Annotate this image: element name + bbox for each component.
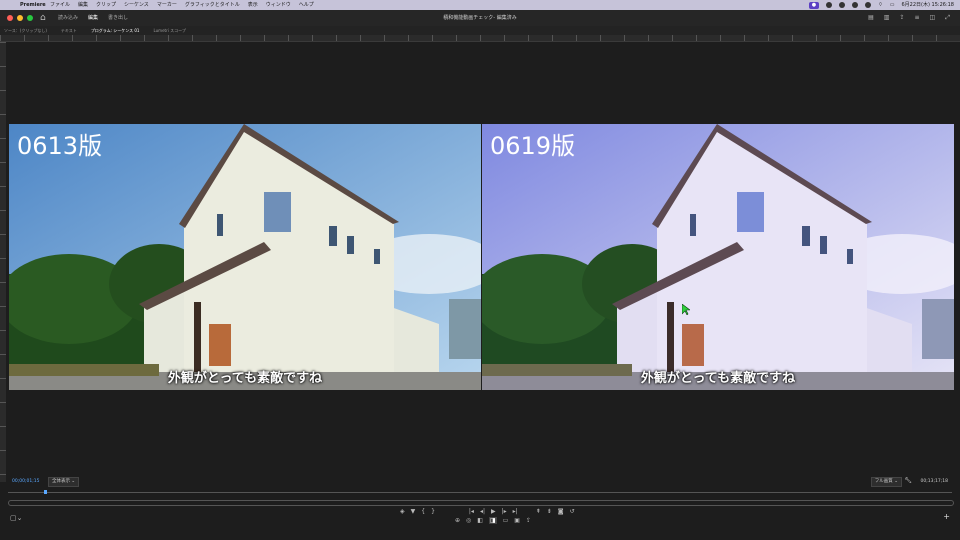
record-indicator[interactable]: ● (808, 1, 820, 9)
horizontal-ruler (0, 35, 960, 42)
zoom-fit-select[interactable]: 全体表示 ⌄ (48, 477, 80, 487)
undo-icon[interactable]: ↺ (570, 508, 575, 515)
zoom-scroll-bar[interactable] (8, 500, 954, 506)
app-menu[interactable]: Premiere (20, 0, 46, 10)
menu-bar: Premiere ファイル 編集 クリップ シーケンス マーカー グラフィックと… (0, 0, 960, 10)
house-image-right (482, 124, 954, 390)
title-icons: ▤ ▥ ⇪ ≡ ◫ ⤢ (868, 14, 950, 22)
play-icon[interactable]: ▶ (491, 508, 496, 515)
battery-icon[interactable]: ▭ (890, 0, 895, 10)
menu-view[interactable]: 表示 (248, 0, 258, 10)
split-view-icon[interactable]: ◧ (477, 517, 483, 524)
lift-icon[interactable]: ⇞ (536, 508, 541, 515)
mark-in-icon[interactable]: { (421, 508, 425, 515)
tab-lumetri-scopes[interactable]: Lumetri スコープ (153, 26, 185, 35)
tab-source[interactable]: ソース：(クリップなし) (4, 26, 47, 35)
share-icon[interactable]: ⇪ (899, 14, 904, 22)
program-monitor[interactable]: 0613版 外観がとっても素敵ですね 0619版 外観がとっても素敵ですね (9, 124, 954, 390)
menu-file[interactable]: ファイル (50, 0, 70, 10)
title-bar: ⌂ 読み込み 編集 書き出し 積和機能動画チェック- 編集済み ▤ ▥ ⇪ ≡ … (0, 10, 960, 27)
current-timecode[interactable]: 00;00;01;15 (12, 479, 39, 484)
share-out-icon[interactable]: ⇪ (526, 517, 531, 524)
menu-edit[interactable]: 編集 (78, 0, 88, 10)
comparison-pane-left: 0613版 外観がとっても素敵ですね (9, 124, 481, 390)
playhead[interactable] (44, 490, 47, 494)
go-to-in-icon[interactable]: |◂ (469, 508, 474, 515)
step-forward-icon[interactable]: |▸ (502, 508, 507, 515)
status-area: ● ⌔ ▭ 6月22日(木) 15:26:18 (808, 0, 955, 10)
monitor-settings-icon[interactable]: ▢⌄ (10, 514, 22, 522)
subtitle-caption-right: 外観がとっても素敵ですね (640, 371, 796, 386)
settings-icon[interactable]: ≡ (914, 14, 919, 22)
duration-timecode: 00;13;17;18 (920, 479, 948, 484)
scrub-track[interactable] (8, 492, 952, 493)
menu-sequence[interactable]: シーケンス (124, 0, 149, 10)
menu-help[interactable]: ヘルプ (299, 0, 314, 10)
tab-program[interactable]: プログラム: シーケンス 01 (91, 26, 140, 35)
playback-resolution-value: フル画質 (874, 479, 893, 484)
status-icon[interactable] (865, 2, 872, 8)
marker-icon[interactable]: ▼ (411, 508, 416, 515)
fullscreen-icon[interactable]: ⤢ (945, 14, 950, 22)
vertical-ruler (0, 42, 6, 482)
wifi-icon[interactable]: ⌔ (878, 0, 883, 10)
target-icon[interactable]: ◎ (466, 517, 471, 524)
comparison-view-icon[interactable]: ◨ (488, 517, 497, 524)
go-to-out-icon[interactable]: ▸| (513, 508, 518, 515)
transport-row-2: ⊕ ◎ ◧ ◨ ▭ ▣ ⇪ (455, 517, 531, 524)
add-marker-icon[interactable]: ◈ (400, 508, 405, 515)
playback-resolution-select[interactable]: フル画質 ⌄ (870, 477, 902, 487)
menu-window[interactable]: ウィンドウ (266, 0, 291, 10)
wrench-icon[interactable]: 🔧︎ (904, 477, 912, 484)
transport-row-1: ◈ ▼ { } |◂ ◂| ▶ |▸ ▸| ⇞ ⇟ ◙ ↺ (400, 508, 575, 515)
menu-clip[interactable]: クリップ (96, 0, 116, 10)
button-editor-plus-icon[interactable]: + (943, 512, 950, 521)
transport-controls: ▢⌄ ◈ ▼ { } |◂ ◂| ▶ |▸ ▸| ⇞ ⇟ ◙ ↺ ⊕ ◎ ◧ ◨… (0, 508, 960, 528)
status-icon[interactable] (852, 2, 859, 8)
menu-markers[interactable]: マーカー (157, 0, 177, 10)
document-title: 積和機能動画チェック- 編集済み (443, 15, 517, 21)
status-icon[interactable] (826, 2, 833, 8)
house-image-left (9, 124, 481, 390)
notification-icon[interactable]: ◫ (930, 14, 936, 22)
menu-graphics[interactable]: グラフィックとタイトル (185, 0, 240, 10)
status-icon[interactable] (839, 2, 846, 8)
mouse-cursor-icon (682, 304, 690, 315)
quick-export-icon[interactable]: ▤ (868, 14, 874, 22)
vr-icon[interactable]: ▣ (514, 517, 520, 524)
panel-tabs: ソース：(クリップなし) テキスト プログラム: シーケンス 01 Lumetr… (0, 26, 960, 35)
extract-icon[interactable]: ⇟ (547, 508, 552, 515)
export-frame-icon[interactable]: ◙ (558, 508, 564, 515)
panel-layout-icon[interactable]: ▥ (884, 14, 890, 22)
step-back-icon[interactable]: ◂| (480, 508, 485, 515)
zoom-fit-value: 全体表示 (52, 479, 70, 484)
overlay-icon[interactable]: ▭ (503, 517, 509, 524)
mark-out-icon[interactable]: } (431, 508, 435, 515)
safe-margins-icon[interactable]: ⊕ (455, 517, 460, 524)
viewer-controls: 00;00;01;15 全体表示 ⌄ フル画質 ⌄ 🔧︎ 00;13;17;18 (0, 476, 960, 488)
playhead-scrubber[interactable] (8, 490, 952, 494)
version-label-right: 0619版 (490, 132, 576, 160)
version-label-left: 0613版 (17, 132, 103, 160)
subtitle-caption-left: 外観がとっても素敵ですね (167, 371, 323, 386)
menubar-clock[interactable]: 6月22日(木) 15:26:18 (902, 0, 955, 10)
tab-text[interactable]: テキスト (61, 26, 77, 35)
comparison-pane-right: 0619版 外観がとっても素敵ですね (482, 124, 954, 390)
menu-list: ファイル 編集 クリップ シーケンス マーカー グラフィックとタイトル 表示 ウ… (50, 0, 314, 10)
